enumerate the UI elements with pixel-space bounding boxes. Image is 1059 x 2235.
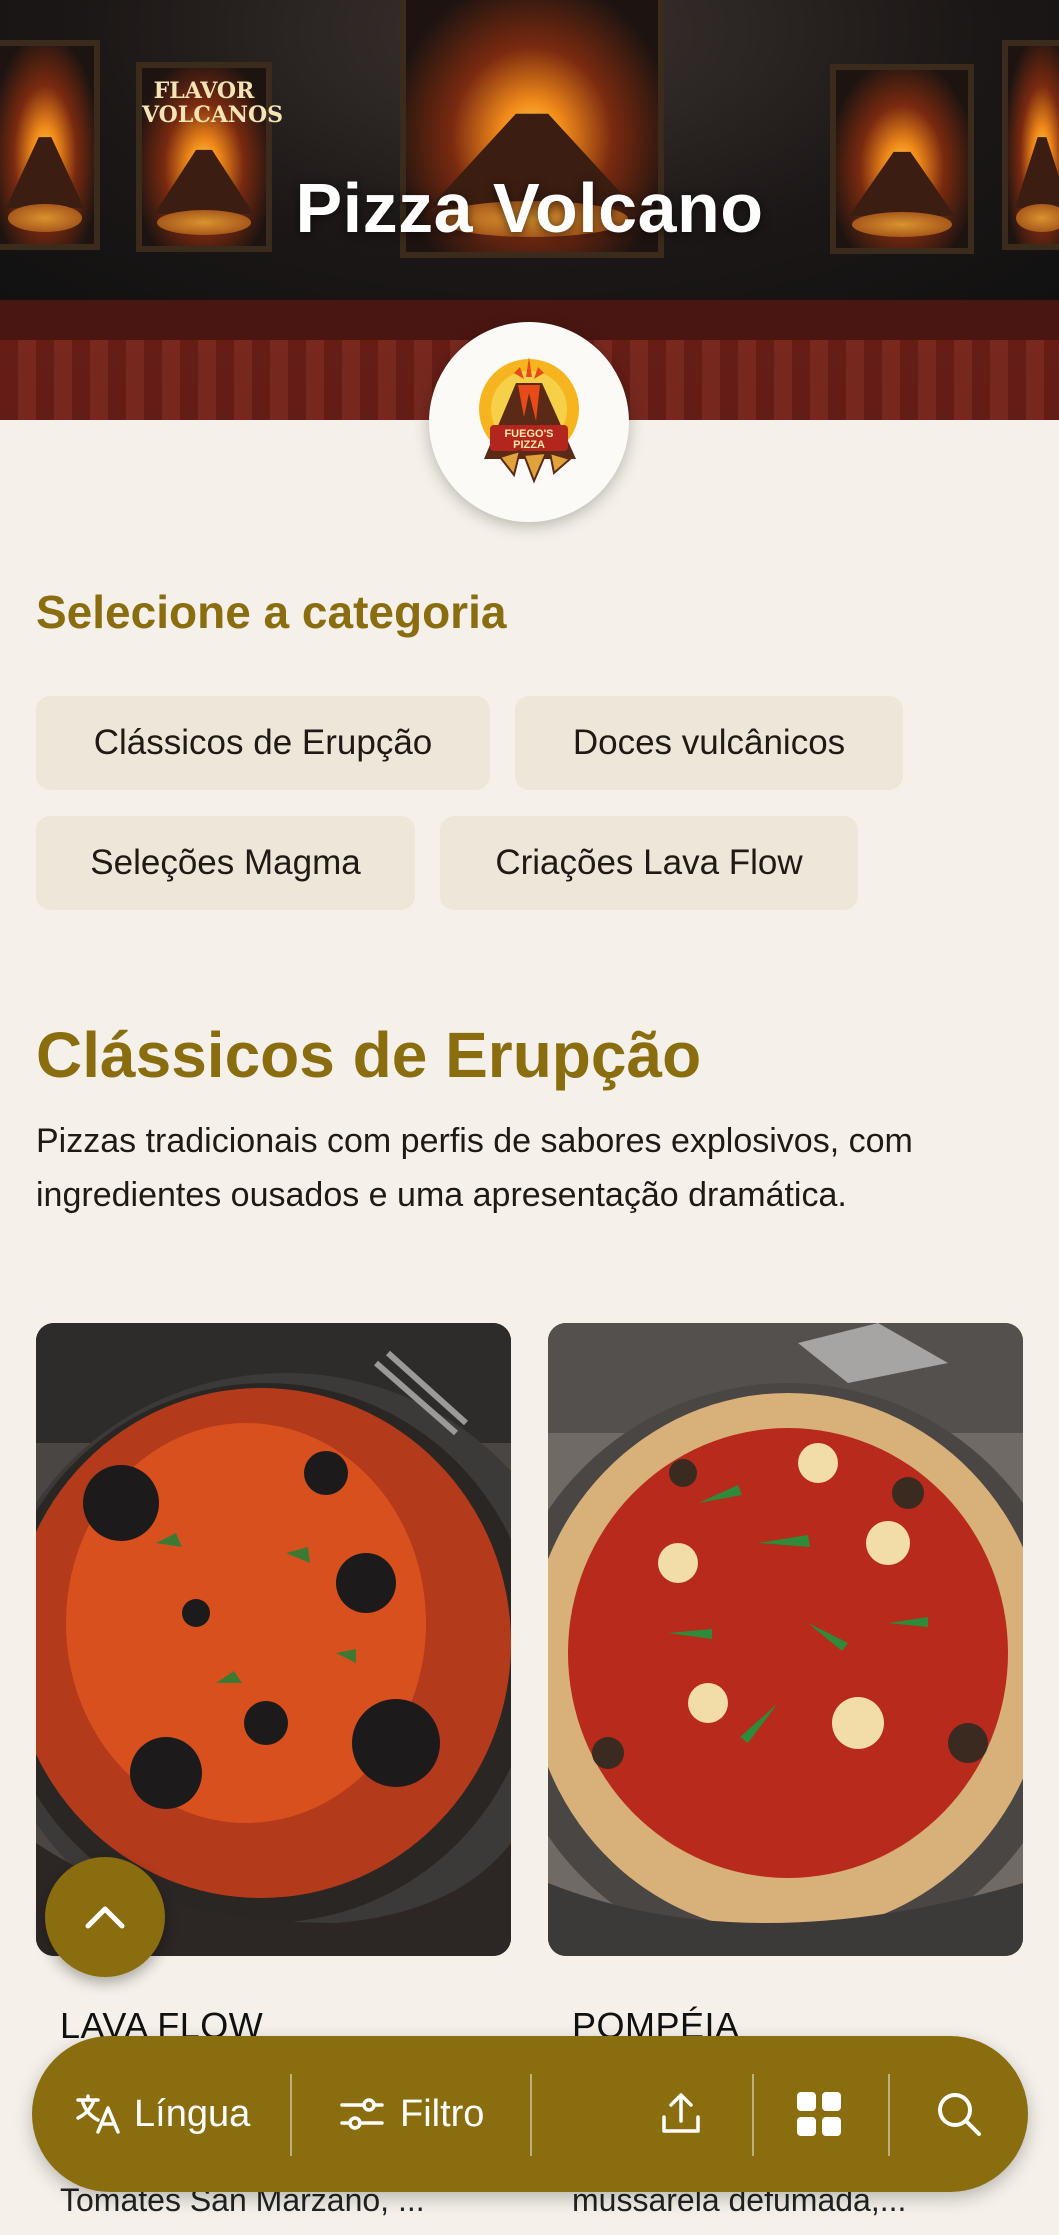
toolbar-divider [530,2074,532,2156]
toolbar-divider [290,2074,292,2156]
bottom-toolbar: Língua Filtro [32,2036,1028,2192]
filter-icon [340,2098,384,2130]
chip-label: Clássicos de Erupção [93,723,433,762]
restaurant-logo: FUEGO'S PIZZA [429,322,629,522]
page-title: Pizza Volcano [295,169,764,247]
section-title: Clássicos de Erupção [36,1019,702,1091]
category-chip-doces[interactable]: Doces vulcânicos [515,696,903,790]
category-chip-lava-flow[interactable]: Criações Lava Flow [440,816,858,910]
svg-text:PIZZA: PIZZA [513,439,545,451]
grid-view-button[interactable] [794,2036,844,2192]
category-chip-magma[interactable]: Seleções Magma [36,816,415,910]
chevron-up-icon [85,1906,125,1929]
section-description: Pizzas tradicionais com perfis de sabore… [36,1122,913,1214]
pizza-photo [548,1323,1023,1956]
volcano-logo-icon: FUEGO'S PIZZA [479,357,579,484]
share-button[interactable] [656,2036,706,2192]
scroll-to-top-button[interactable] [45,1857,165,1977]
grid-icon [797,2092,841,2136]
chip-label: Doces vulcânicos [572,723,846,762]
category-chip-classicos[interactable]: Clássicos de Erupção [36,696,490,790]
filter-button[interactable]: Filtro [338,2036,484,2192]
language-label: Língua [134,2092,251,2135]
toolbar-divider [888,2074,890,2156]
share-icon [662,2093,700,2133]
search-button[interactable] [934,2036,984,2192]
language-button[interactable]: Língua [74,2036,250,2192]
chip-label: Seleções Magma [90,843,361,882]
translate-icon [76,2094,120,2134]
chip-label: Criações Lava Flow [495,843,803,882]
toolbar-divider [752,2074,754,2156]
filter-label: Filtro [400,2092,485,2135]
pizza-image-pompeia[interactable] [548,1323,1023,1956]
search-icon [938,2093,981,2136]
poster-text: FLAVOR VOLCANOS [142,77,284,128]
category-heading: Selecione a categoria [36,586,507,638]
